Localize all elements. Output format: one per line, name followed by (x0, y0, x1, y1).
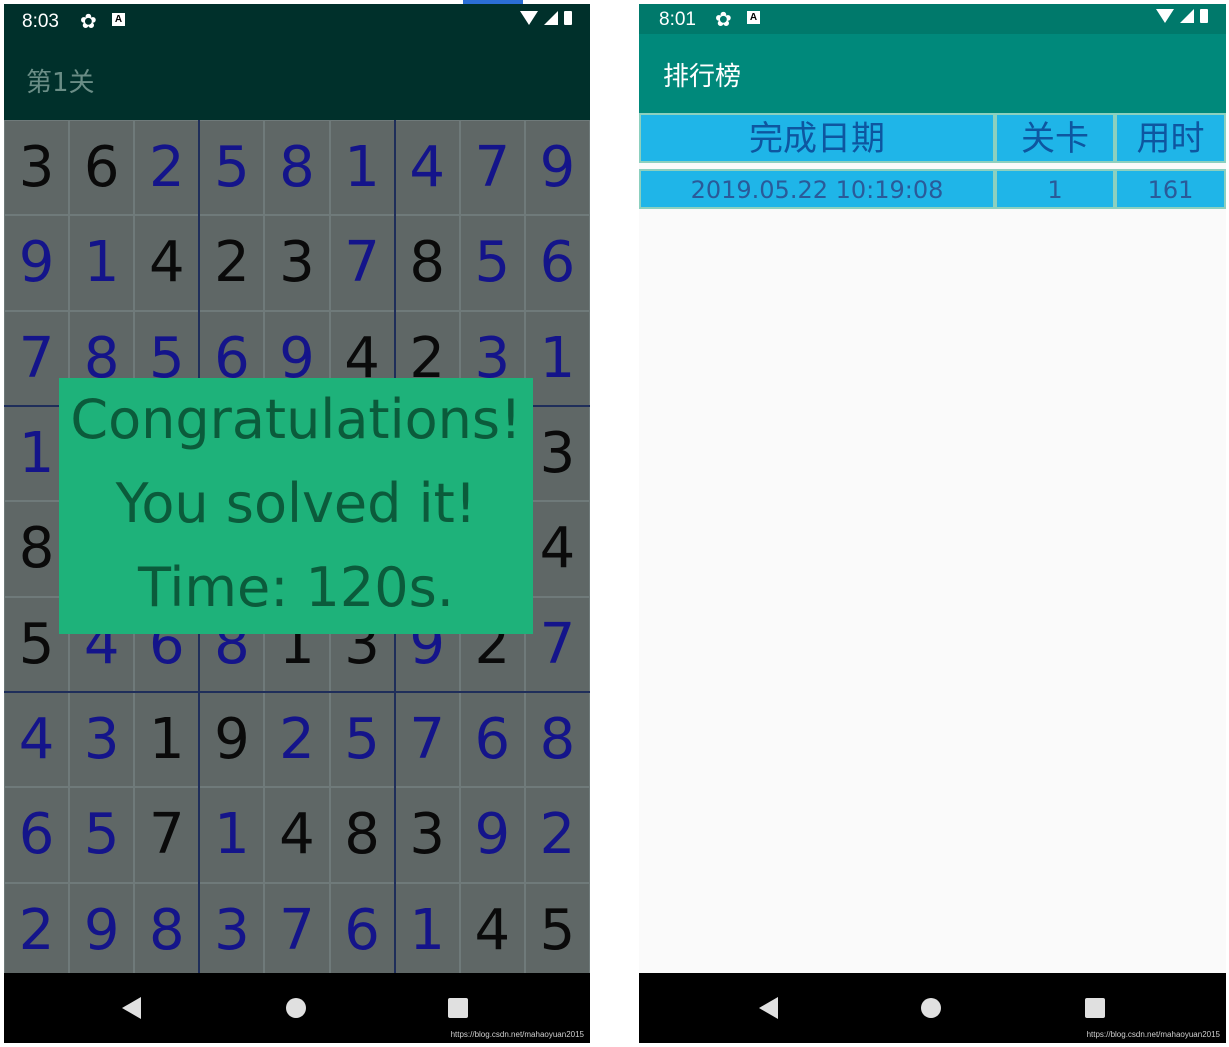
status-bar: 8:03 ✿ A (4, 4, 590, 38)
leaderboard-table: 完成日期 关卡 用时 2019.05.22 10:19:08 1 161 (639, 113, 1226, 209)
sudoku-cell[interactable]: 7 (459, 120, 525, 216)
sudoku-cell[interactable]: 3 (4, 120, 70, 216)
sudoku-cell[interactable]: 4 (264, 787, 330, 883)
sudoku-cell[interactable]: 5 (524, 882, 590, 978)
sudoku-cell[interactable]: 1 (69, 215, 135, 311)
recents-icon[interactable] (1085, 998, 1105, 1018)
header-date: 完成日期 (639, 113, 995, 163)
sudoku-cell[interactable]: 4 (394, 120, 460, 216)
sudoku-cell[interactable]: 7 (264, 882, 330, 978)
sudoku-cell[interactable]: 9 (459, 787, 525, 883)
row-level: 1 (995, 169, 1115, 209)
sudoku-cell[interactable]: 1 (329, 120, 395, 216)
sudoku-cell[interactable]: 1 (394, 882, 460, 978)
table-row: 2019.05.22 10:19:08 1 161 (639, 169, 1226, 209)
sudoku-cell[interactable]: 2 (4, 882, 70, 978)
dialog-line-time: Time: 120s. (138, 556, 454, 619)
sudoku-cell[interactable]: 9 (199, 692, 265, 788)
watermark: https://blog.csdn.net/mahaoyuan2015 (1086, 1030, 1220, 1039)
sudoku-cell[interactable]: 7 (394, 692, 460, 788)
dialog-line-congrats: Congratulations! (70, 388, 522, 451)
sudoku-cell[interactable]: 2 (134, 120, 200, 216)
recents-icon[interactable] (448, 998, 468, 1018)
dialog-line-solved: You solved it! (115, 472, 477, 535)
battery-icon (1200, 9, 1208, 23)
level-title: 第1关 (26, 68, 95, 98)
nav-bar: https://blog.csdn.net/mahaoyuan2015 (4, 973, 590, 1043)
settings-icon: ✿ (80, 11, 97, 33)
nav-bar: https://blog.csdn.net/mahaoyuan2015 (639, 973, 1226, 1043)
sudoku-cell[interactable]: 8 (134, 882, 200, 978)
sudoku-cell[interactable]: 6 (524, 215, 590, 311)
home-icon[interactable] (286, 998, 306, 1018)
sudoku-cell[interactable]: 3 (524, 406, 590, 502)
sudoku-cell[interactable]: 3 (394, 787, 460, 883)
leaderboard-screen: 8:01 ✿ A 排行榜 完成日期 关卡 用时 2019.05.22 10:19… (639, 4, 1226, 1043)
notification-icon: A (747, 11, 760, 24)
sudoku-cell[interactable]: 3 (199, 882, 265, 978)
row-time: 161 (1115, 169, 1226, 209)
sudoku-cell[interactable]: 5 (329, 692, 395, 788)
sudoku-cell[interactable]: 2 (264, 692, 330, 788)
notification-icon: A (112, 13, 125, 26)
sudoku-cell[interactable]: 2 (199, 215, 265, 311)
app-bar: 第1关 (4, 38, 590, 120)
sudoku-cell[interactable]: 4 (4, 692, 70, 788)
watermark: https://blog.csdn.net/mahaoyuan2015 (450, 1030, 584, 1039)
table-header: 完成日期 关卡 用时 (639, 113, 1226, 163)
sudoku-cell[interactable]: 6 (459, 692, 525, 788)
sudoku-cell[interactable]: 9 (524, 120, 590, 216)
row-date: 2019.05.22 10:19:08 (639, 169, 995, 209)
sudoku-cell[interactable]: 8 (394, 215, 460, 311)
header-level: 关卡 (995, 113, 1115, 163)
sudoku-cell[interactable]: 9 (69, 882, 135, 978)
sudoku-cell[interactable]: 6 (4, 787, 70, 883)
sudoku-screen: 8:03 ✿ A 第1关 362581479914237856785694231… (4, 4, 590, 1043)
back-icon[interactable] (122, 997, 141, 1019)
sudoku-cell[interactable]: 2 (524, 787, 590, 883)
sudoku-cell[interactable]: 1 (134, 692, 200, 788)
signal-icon (544, 11, 558, 25)
status-time: 8:03 (22, 11, 59, 32)
sudoku-cell[interactable]: 3 (69, 692, 135, 788)
sudoku-cell[interactable]: 8 (524, 692, 590, 788)
app-bar: 排行榜 (639, 34, 1226, 113)
status-bar: 8:01 ✿ A (639, 4, 1226, 34)
sudoku-cell[interactable]: 4 (524, 501, 590, 597)
sudoku-cell[interactable]: 5 (69, 787, 135, 883)
battery-icon (564, 11, 572, 25)
sudoku-cell[interactable]: 8 (329, 787, 395, 883)
box-divider (4, 691, 590, 693)
sudoku-cell[interactable]: 1 (199, 787, 265, 883)
sudoku-cell[interactable]: 7 (134, 787, 200, 883)
success-dialog[interactable]: Congratulations! You solved it! Time: 12… (59, 378, 533, 634)
sudoku-cell[interactable]: 9 (4, 215, 70, 311)
wifi-icon (1156, 9, 1174, 23)
back-icon[interactable] (759, 997, 778, 1019)
sudoku-cell[interactable]: 5 (199, 120, 265, 216)
settings-icon: ✿ (715, 9, 732, 31)
sudoku-cell[interactable]: 4 (459, 882, 525, 978)
wifi-icon (520, 11, 538, 25)
sudoku-cell[interactable]: 7 (329, 215, 395, 311)
home-icon[interactable] (921, 998, 941, 1018)
header-time: 用时 (1115, 113, 1226, 163)
sudoku-cell[interactable]: 1 (524, 310, 590, 406)
signal-icon (1180, 9, 1194, 23)
sudoku-cell[interactable]: 6 (329, 882, 395, 978)
sudoku-cell[interactable]: 3 (264, 215, 330, 311)
sudoku-cell[interactable]: 8 (264, 120, 330, 216)
sudoku-cell[interactable]: 7 (524, 596, 590, 692)
leaderboard-title: 排行榜 (663, 62, 742, 92)
status-time: 8:01 (659, 9, 696, 30)
sudoku-cell[interactable]: 5 (459, 215, 525, 311)
sudoku-cell[interactable]: 4 (134, 215, 200, 311)
sudoku-cell[interactable]: 6 (69, 120, 135, 216)
